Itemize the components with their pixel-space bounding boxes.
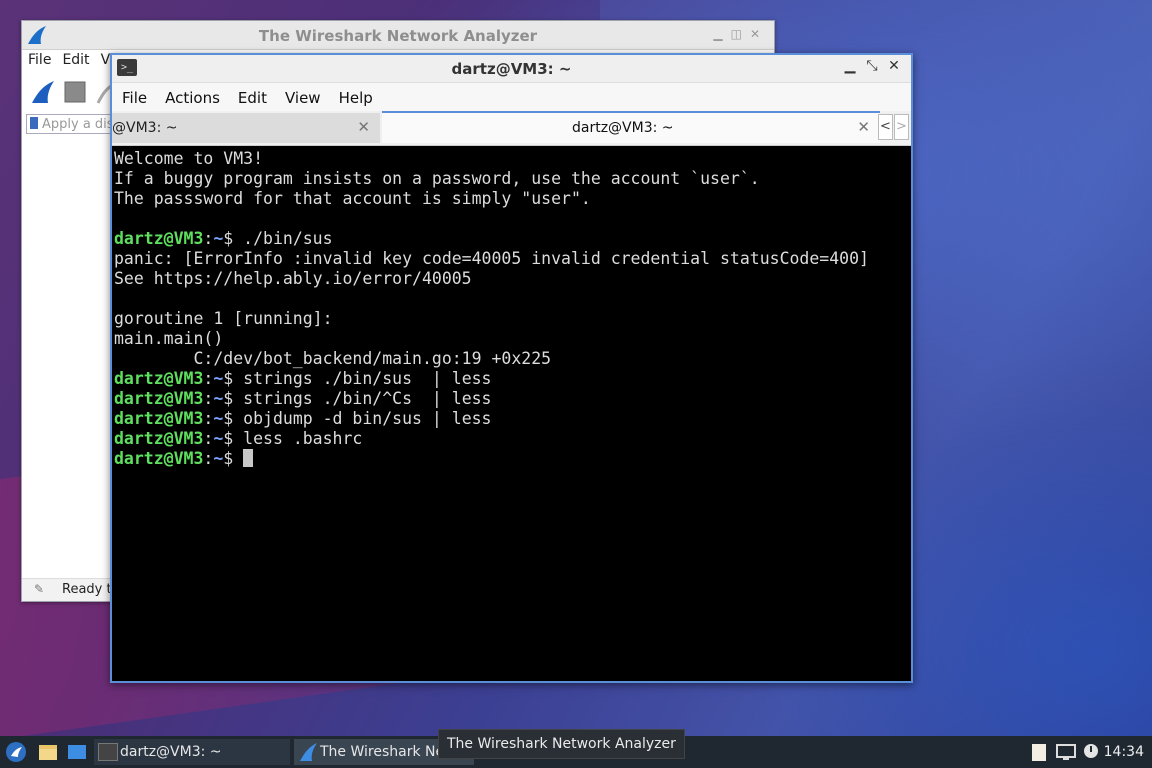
prompt-separator: :: [203, 369, 214, 388]
task-terminal[interactable]: dartz@VM3: ~: [94, 739, 290, 765]
terminal-line: dartz@VM3:~$ objdump -d bin/sus | less: [114, 409, 911, 429]
command-text: $: [223, 449, 244, 468]
display-filter-input[interactable]: Apply a dis: [26, 114, 123, 134]
prompt-user: dartz@VM3: [114, 449, 204, 468]
terminal-menubar: File Actions Edit View Help: [112, 83, 911, 111]
tab-scroll-right-icon[interactable]: >: [894, 114, 909, 140]
prompt-path: ~: [213, 229, 224, 248]
clipboard-icon[interactable]: [1028, 741, 1050, 763]
prompt-separator: :: [203, 229, 214, 248]
tab-1-label: @VM3: ~: [112, 120, 178, 136]
prompt-path: ~: [213, 389, 224, 408]
command-text: $ strings ./bin/^Cs | less: [223, 389, 492, 408]
menu-view[interactable]: View: [275, 83, 329, 107]
terminal-line: dartz@VM3:~$ less .bashrc: [114, 429, 911, 449]
close-button[interactable]: ✕: [883, 58, 905, 74]
terminal-titlebar[interactable]: >_ dartz@VM3: ~ ▁ ⤡ ✕: [112, 55, 911, 83]
wireshark-menu-edit[interactable]: Edit: [56, 50, 94, 68]
network-icon[interactable]: [1055, 741, 1077, 763]
prompt-separator: :: [203, 389, 214, 408]
filter-placeholder: Apply a dis: [42, 117, 114, 132]
terminal-line: dartz@VM3:~$: [114, 449, 911, 469]
task-tooltip: The Wireshark Network Analyzer: [438, 729, 685, 759]
maximize-button[interactable]: ⤡: [861, 58, 883, 74]
start-capture-icon[interactable]: [30, 79, 56, 105]
tab-scroll-left-icon[interactable]: <: [878, 114, 893, 140]
terminal-window-buttons: ▁ ⤡ ✕: [839, 58, 905, 74]
minimize-button[interactable]: ▁: [839, 58, 861, 74]
prompt-path: ~: [213, 449, 224, 468]
prompt-path: ~: [213, 369, 224, 388]
tab-scroll-arrows: < >: [877, 114, 909, 140]
prompt-user: dartz@VM3: [114, 409, 204, 428]
terminal-title: dartz@VM3: ~: [451, 60, 572, 78]
terminal-output[interactable]: Welcome to VM3! If a buggy program insist…: [114, 147, 911, 681]
expert-info-icon[interactable]: ✎: [34, 582, 44, 596]
terminal-line: dartz@VM3:~$ strings ./bin/^Cs | less: [114, 389, 911, 409]
wireshark-window-buttons[interactable]: ▁◫✕: [713, 27, 768, 41]
terminal-line: dartz@VM3:~$ strings ./bin/sus | less: [114, 369, 911, 389]
terminal-line: See https://help.ably.io/error/40005: [114, 269, 472, 288]
menu-actions[interactable]: Actions: [155, 83, 228, 107]
wireshark-titlebar[interactable]: The Wireshark Network Analyzer ▁◫✕: [22, 21, 774, 50]
terminal-line: C:/dev/bot_backend/main.go:19 +0x225: [114, 349, 552, 368]
clock[interactable]: 14:34: [1104, 744, 1144, 760]
tab-2-close-icon[interactable]: ✕: [857, 118, 870, 136]
prompt-separator: :: [203, 449, 214, 468]
wireshark-menubar: File Edit V: [22, 50, 115, 72]
wireshark-title: The Wireshark Network Analyzer: [258, 27, 538, 45]
notification-icon[interactable]: [1080, 741, 1102, 763]
prompt-separator: :: [203, 409, 214, 428]
tab-1-close-icon[interactable]: ✕: [357, 118, 370, 136]
stop-capture-icon[interactable]: [62, 79, 88, 105]
terminal-line: Welcome to VM3!: [114, 149, 264, 168]
tab-2-active[interactable]: dartz@VM3: ~ ✕: [382, 111, 880, 143]
task-wireshark-label: The Wireshark Ne: [320, 744, 445, 760]
terminal-line: If a buggy program insists on a password…: [114, 169, 760, 188]
terminal-line: dartz@VM3:~$ ./bin/sus: [114, 229, 911, 249]
menu-edit[interactable]: Edit: [228, 83, 275, 107]
text-cursor: [243, 449, 254, 467]
bookmark-icon[interactable]: [30, 117, 38, 129]
command-text: $ objdump -d bin/sus | less: [223, 409, 492, 428]
terminal-tabbar: @VM3: ~ ✕ dartz@VM3: ~ ✕ < >: [112, 111, 911, 146]
menu-file[interactable]: File: [112, 83, 155, 107]
terminal-line: The passsword for that account is simply…: [114, 189, 591, 208]
terminal-line: panic: [ErrorInfo :invalid key code=4000…: [114, 249, 869, 268]
prompt-user: dartz@VM3: [114, 369, 204, 388]
app-menu-icon[interactable]: [5, 741, 27, 763]
tab-2-label: dartz@VM3: ~: [572, 120, 674, 136]
tab-1[interactable]: @VM3: ~ ✕: [112, 113, 380, 143]
task-wireshark-icon: [300, 743, 317, 761]
prompt-user: dartz@VM3: [114, 389, 204, 408]
prompt-path: ~: [213, 429, 224, 448]
wireshark-menu-file[interactable]: File: [22, 50, 56, 68]
terminal-window[interactable]: >_ dartz@VM3: ~ ▁ ⤡ ✕ File Actions Edit View H…: [110, 53, 913, 683]
prompt-user: dartz@VM3: [114, 229, 204, 248]
task-terminal-icon: [98, 743, 118, 761]
task-terminal-label: dartz@VM3: ~: [120, 744, 222, 760]
show-desktop-icon[interactable]: [66, 741, 88, 763]
prompt-separator: :: [203, 429, 214, 448]
command-text: $ less .bashrc: [223, 429, 363, 448]
terminal-line: goroutine 1 [running]:: [114, 309, 333, 328]
file-manager-icon[interactable]: [37, 741, 59, 763]
command-text: $ ./bin/sus: [223, 229, 333, 248]
menu-help[interactable]: Help: [329, 83, 381, 107]
command-text: $ strings ./bin/sus | less: [223, 369, 492, 388]
prompt-user: dartz@VM3: [114, 429, 204, 448]
prompt-path: ~: [213, 409, 224, 428]
terminal-line: main.main(): [114, 329, 224, 348]
